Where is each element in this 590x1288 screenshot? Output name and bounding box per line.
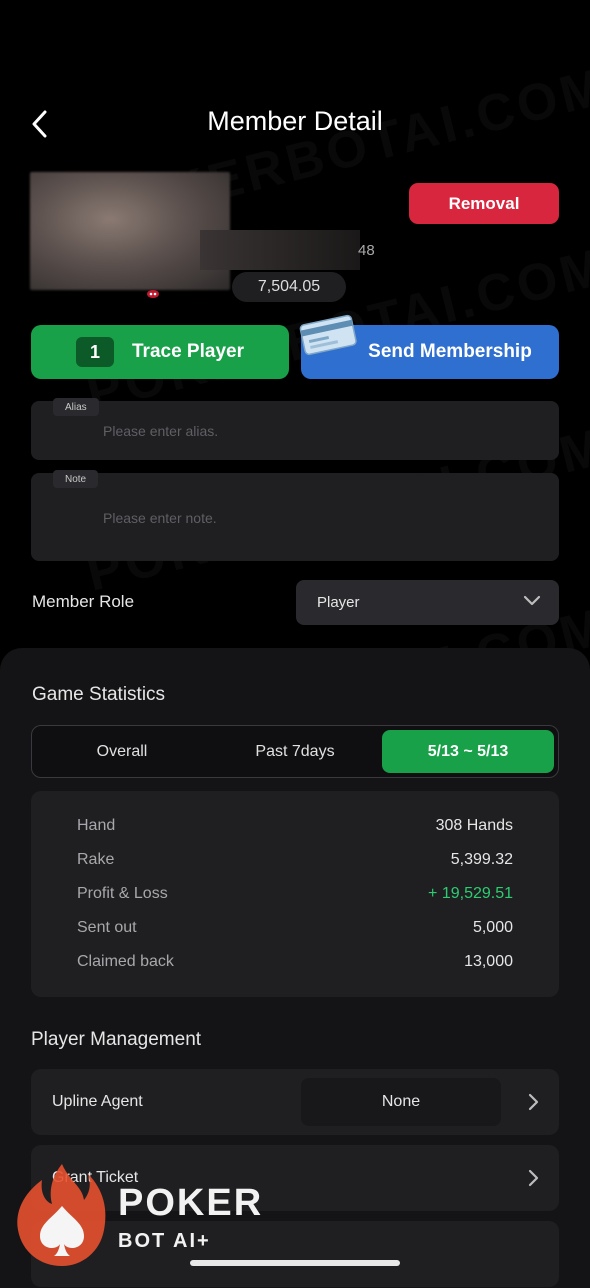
stat-value: 308 Hands (435, 817, 513, 834)
stat-row-claimed-back: Claimed back 13,000 (77, 953, 513, 971)
stat-row-sent-out: Sent out 5,000 (77, 919, 513, 937)
stat-value: 5,000 (472, 919, 513, 936)
player-management-title: Player Management (31, 1029, 202, 1050)
blurred-name (200, 230, 360, 270)
note-field[interactable]: Note Please enter note. (31, 470, 559, 561)
membership-card-icon (299, 314, 357, 356)
balance-badge: 7,504.05 (232, 272, 346, 302)
stat-label: Rake (77, 851, 115, 868)
chevron-right-icon (528, 1093, 539, 1111)
home-indicator[interactable] (190, 1260, 400, 1266)
tab-date-range[interactable]: 5/13 ~ 5/13 (382, 730, 554, 773)
period-tabs: Overall Past 7days 5/13 ~ 5/13 (31, 725, 559, 778)
stat-row-hand: Hand 308 Hands (77, 817, 513, 835)
stat-label: Profit & Loss (77, 885, 168, 902)
stat-value: 13,000 (464, 953, 513, 970)
upline-agent-label: Upline Agent (52, 1093, 143, 1110)
trace-count-badge: 1 (76, 337, 114, 367)
logo-word: POKER (118, 1182, 264, 1224)
flame-spade-logo-icon (17, 1164, 106, 1266)
pokerbot-logo: POKER BOT AI+ (12, 1160, 272, 1270)
alias-input[interactable]: Please enter alias. (103, 423, 218, 439)
page-title: Member Detail (207, 106, 383, 136)
note-input[interactable]: Please enter note. (103, 510, 217, 526)
member-role-select[interactable]: Player (296, 580, 559, 625)
stat-row-rake: Rake 5,399.32 (77, 851, 513, 869)
upline-agent-row[interactable]: Upline Agent None (31, 1069, 559, 1135)
stat-row-profit-loss: Profit & Loss + 19,529.51 (77, 885, 513, 903)
badge-icon (147, 290, 159, 298)
trace-player-label: Trace Player (132, 341, 244, 362)
member-id: 48 (358, 242, 375, 259)
logo-subtitle: BOT AI+ (118, 1230, 211, 1252)
alias-label: Alias (53, 398, 99, 416)
stat-value: 5,399.32 (450, 851, 513, 868)
stat-label: Sent out (77, 919, 137, 936)
statistics-card: Hand 308 Hands Rake 5,399.32 Profit & Lo… (31, 791, 559, 997)
tab-overall[interactable]: Overall (36, 730, 208, 773)
chevron-right-icon (528, 1169, 539, 1187)
game-statistics-title: Game Statistics (32, 684, 166, 705)
trace-player-button[interactable]: 1 Trace Player (31, 325, 289, 379)
chevron-down-icon (523, 595, 541, 606)
send-membership-label: Send Membership (368, 341, 532, 362)
tab-past-7days[interactable]: Past 7days (210, 730, 380, 773)
member-role-label: Member Role (32, 592, 135, 611)
member-role-value: Player (317, 594, 360, 611)
stat-value: + 19,529.51 (428, 885, 513, 902)
stat-label: Claimed back (77, 953, 174, 970)
stat-label: Hand (77, 817, 116, 834)
note-label: Note (53, 470, 99, 488)
alias-field[interactable]: Alias Please enter alias. (31, 398, 559, 460)
upline-agent-value: None (301, 1078, 501, 1126)
removal-button[interactable]: Removal (409, 183, 559, 224)
